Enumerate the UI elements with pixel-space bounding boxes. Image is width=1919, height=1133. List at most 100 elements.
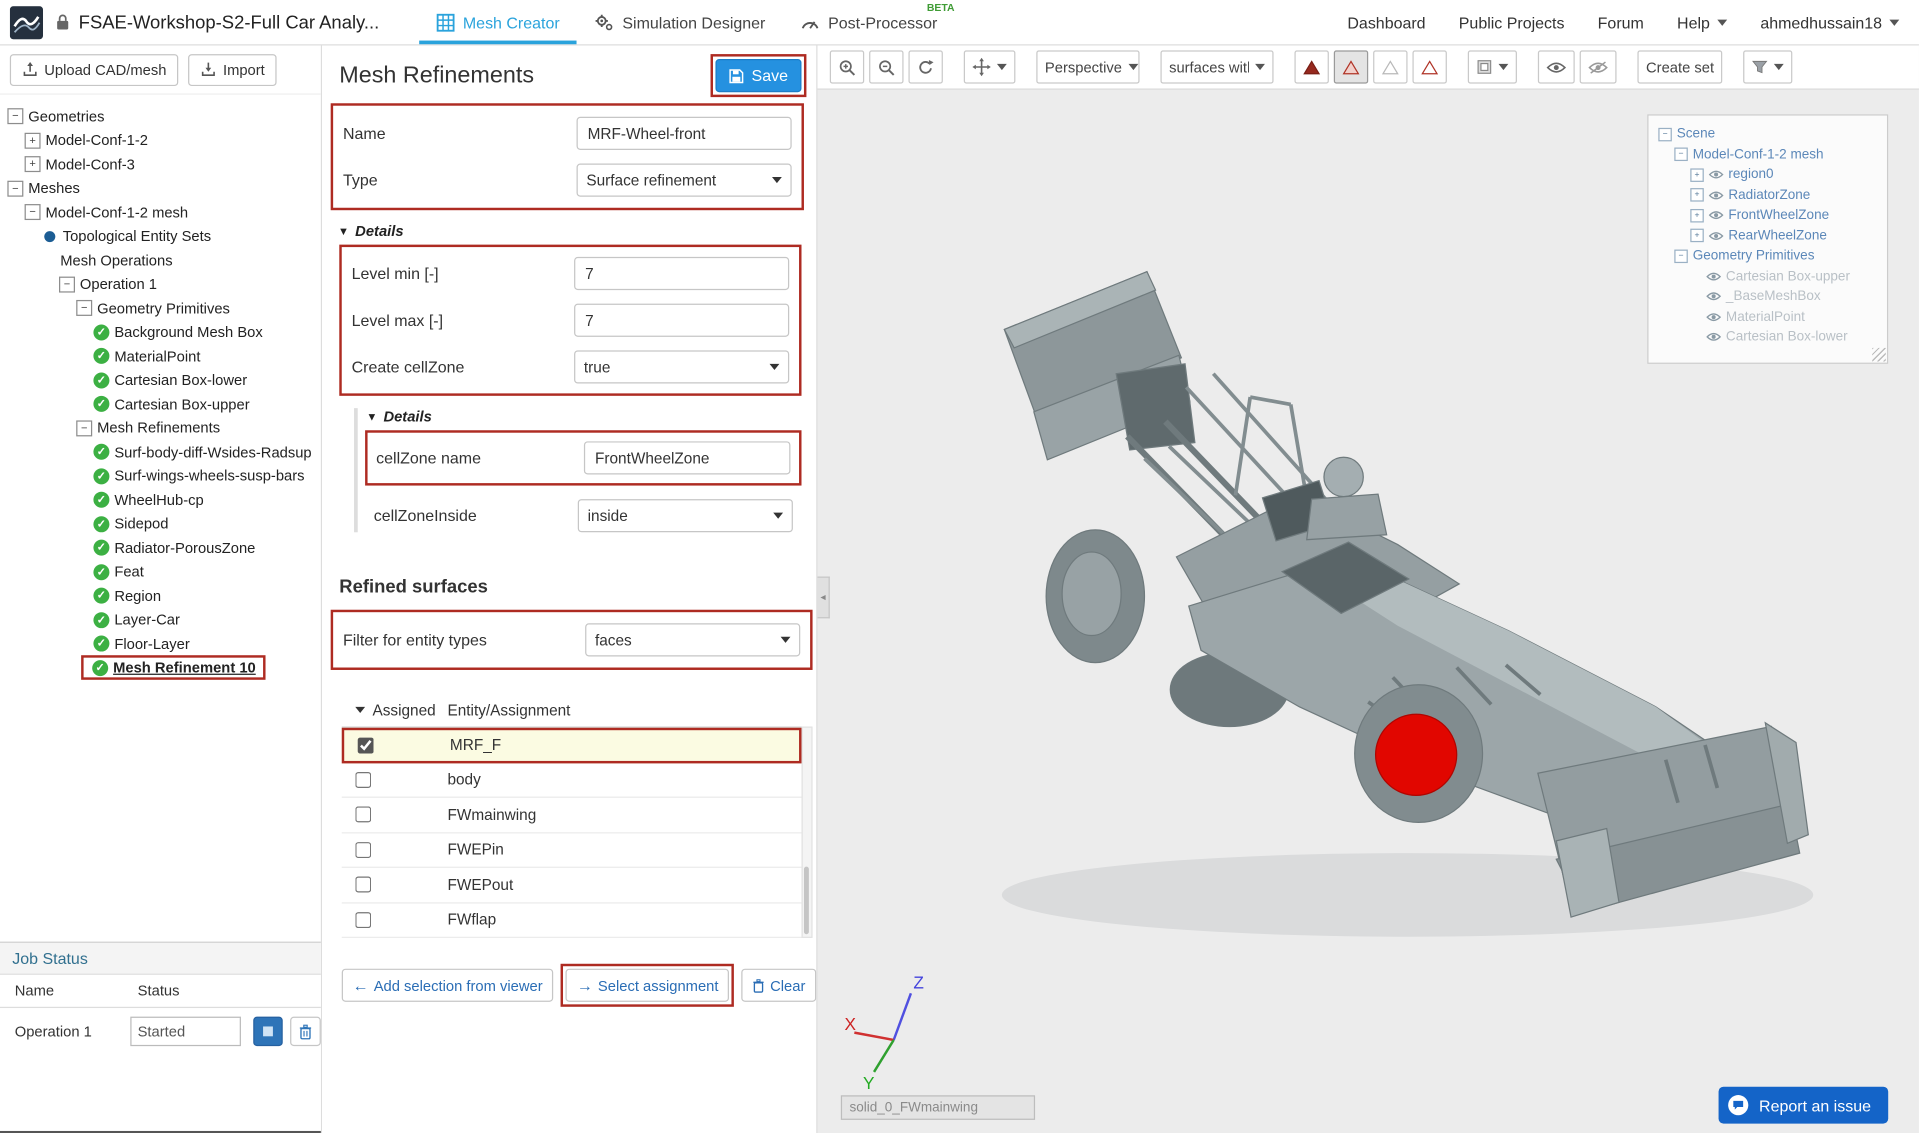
render-style-select[interactable]: surfaces with v — [1160, 50, 1273, 83]
show-selected-button[interactable] — [1538, 50, 1575, 83]
scene-item-label[interactable]: RadiatorZone — [1728, 188, 1810, 203]
upload-cad-button[interactable]: Upload CAD/mesh — [10, 53, 179, 85]
scene-item-label[interactable]: MaterialPoint — [1726, 309, 1805, 324]
tree-item[interactable]: ✓WheelHub-cp — [0, 488, 321, 512]
collapse-icon[interactable]: − — [7, 180, 23, 196]
tree-item-label[interactable]: Model-Conf-1-2 — [45, 132, 147, 149]
scene-item-label[interactable]: Cartesian Box-upper — [1726, 269, 1850, 284]
expand-icon[interactable]: + — [25, 156, 41, 172]
collapse-icon[interactable]: − — [76, 420, 92, 436]
expand-icon[interactable]: + — [1690, 168, 1704, 182]
tree-item[interactable]: −Meshes — [0, 176, 321, 200]
level-max-field[interactable] — [574, 304, 789, 337]
tree-item[interactable]: ✓Sidepod — [0, 512, 321, 536]
scene-item-label[interactable]: Scene — [1677, 127, 1715, 142]
level-min-field[interactable] — [574, 257, 789, 290]
mesh-view-outline-button[interactable] — [1412, 50, 1446, 83]
tree-item[interactable]: +Model-Conf-1-2 — [0, 128, 321, 152]
tab-simulation-designer[interactable]: Simulation Designer — [577, 0, 783, 44]
name-field[interactable] — [577, 117, 792, 150]
tree-item[interactable]: ✓Region — [0, 584, 321, 608]
tree-item[interactable]: −Mesh Refinements — [0, 416, 321, 440]
eye-icon[interactable] — [1709, 190, 1724, 200]
tree-item-label[interactable]: Sidepod — [114, 515, 168, 532]
projection-select[interactable]: Perspective — [1036, 50, 1139, 83]
scene-tree-item[interactable]: Cartesian Box-lower — [1653, 327, 1882, 347]
tree-item-label[interactable]: Radiator-PorousZone — [114, 539, 255, 556]
scene-tree-item[interactable]: −Geometry Primitives — [1653, 246, 1882, 266]
eye-icon[interactable] — [1709, 231, 1724, 241]
mesh-view-solid-button[interactable] — [1294, 50, 1328, 83]
tree-item-label[interactable]: WheelHub-cp — [114, 491, 203, 508]
delete-job-button[interactable] — [290, 1017, 321, 1047]
collapse-icon[interactable]: − — [7, 108, 23, 124]
scene-item-label[interactable]: Model-Conf-1-2 mesh — [1693, 147, 1824, 162]
eye-icon[interactable] — [1709, 170, 1724, 180]
row-checkbox[interactable] — [358, 737, 374, 753]
scene-item-label[interactable]: RearWheelZone — [1728, 228, 1826, 243]
app-logo-icon[interactable] — [10, 6, 43, 39]
eye-icon[interactable] — [1706, 332, 1721, 342]
row-checkbox[interactable] — [355, 807, 371, 823]
tree-item-label[interactable]: Meshes — [28, 180, 80, 197]
expand-icon[interactable]: + — [1690, 188, 1704, 202]
table-row[interactable]: FWflap — [342, 903, 802, 938]
scene-tree-item[interactable]: −Scene — [1653, 124, 1882, 144]
tree-item[interactable]: ✓MaterialPoint — [0, 344, 321, 368]
cellzone-inside-select[interactable]: inside — [578, 499, 793, 532]
nav-forum[interactable]: Forum — [1598, 13, 1644, 31]
display-options-button[interactable] — [1468, 50, 1517, 83]
tree-item-label[interactable]: Mesh Operations — [60, 252, 172, 269]
tree-item-label[interactable]: Model-Conf-3 — [45, 156, 134, 173]
collapse-icon[interactable]: − — [1674, 148, 1688, 162]
tree-item-label[interactable]: Geometry Primitives — [97, 300, 230, 317]
collapse-icon[interactable]: − — [25, 204, 41, 220]
scene-item-label[interactable]: _BaseMeshBox — [1726, 289, 1821, 304]
panel-collapse-handle[interactable]: ◄ — [817, 577, 829, 619]
type-select[interactable]: Surface refinement — [577, 163, 792, 196]
tree-item[interactable]: ✓Cartesian Box-upper — [0, 392, 321, 416]
eye-icon[interactable] — [1706, 292, 1721, 302]
tree-item-label[interactable]: Cartesian Box-lower — [114, 372, 247, 389]
tree-item[interactable]: −Model-Conf-1-2 mesh — [0, 200, 321, 224]
row-checkbox[interactable] — [355, 877, 371, 893]
tree-item-label[interactable]: Mesh Refinement 10 — [113, 659, 256, 676]
create-set-button[interactable]: Create set — [1637, 50, 1722, 83]
filter-caret-icon[interactable] — [355, 707, 365, 713]
tree-item-label[interactable]: Operation 1 — [80, 276, 157, 293]
cellzone-name-field[interactable] — [584, 441, 791, 474]
tree-item-label[interactable]: Topological Entity Sets — [63, 228, 211, 245]
stop-job-button[interactable] — [253, 1017, 282, 1047]
tree-item[interactable]: ✓Feat — [0, 560, 321, 584]
tree-item[interactable]: −Operation 1 — [0, 272, 321, 296]
collapse-icon[interactable]: − — [1674, 249, 1688, 263]
scene-tree-item[interactable]: + RadiatorZone — [1653, 185, 1882, 205]
tree-item-label[interactable]: Cartesian Box-upper — [114, 396, 249, 413]
tree-item[interactable]: ✓Radiator-PorousZone — [0, 536, 321, 560]
tree-item[interactable]: ✓Surf-body-diff-Wsides-Radsup — [0, 440, 321, 464]
collapse-icon[interactable]: − — [59, 276, 75, 292]
resize-grip[interactable] — [1872, 347, 1886, 361]
nav-dashboard[interactable]: Dashboard — [1347, 13, 1425, 31]
job-status-value[interactable] — [130, 1017, 241, 1047]
tab-mesh-creator[interactable]: Mesh Creator — [419, 0, 577, 44]
eye-icon[interactable] — [1706, 312, 1721, 322]
expand-icon[interactable]: + — [25, 132, 41, 148]
tree-item-label[interactable]: Feat — [114, 563, 144, 580]
tree-item[interactable]: ✓Mesh Refinement 10 — [0, 656, 321, 680]
import-button[interactable]: Import — [189, 53, 278, 85]
wheel-highlight[interactable] — [1376, 714, 1457, 795]
scene-tree-item[interactable]: _BaseMeshBox — [1653, 286, 1882, 306]
collapse-icon[interactable]: − — [76, 300, 92, 316]
nav-public-projects[interactable]: Public Projects — [1459, 13, 1565, 31]
nested-details-toggle[interactable]: ▼ Details — [366, 408, 816, 425]
tree-item[interactable]: ✓Floor-Layer — [0, 632, 321, 656]
add-selection-button[interactable]: ← Add selection from viewer — [342, 969, 554, 1002]
select-assignment-button[interactable]: → Select assignment — [566, 969, 730, 1002]
zoom-in-button[interactable] — [830, 50, 864, 83]
report-issue-button[interactable]: Report an issue — [1718, 1087, 1888, 1124]
details-toggle[interactable]: ▼ Details — [338, 223, 816, 240]
filter-button[interactable] — [1744, 50, 1793, 83]
row-checkbox[interactable] — [355, 772, 371, 788]
tab-post-processor[interactable]: Post-Processor BETA — [783, 0, 955, 44]
